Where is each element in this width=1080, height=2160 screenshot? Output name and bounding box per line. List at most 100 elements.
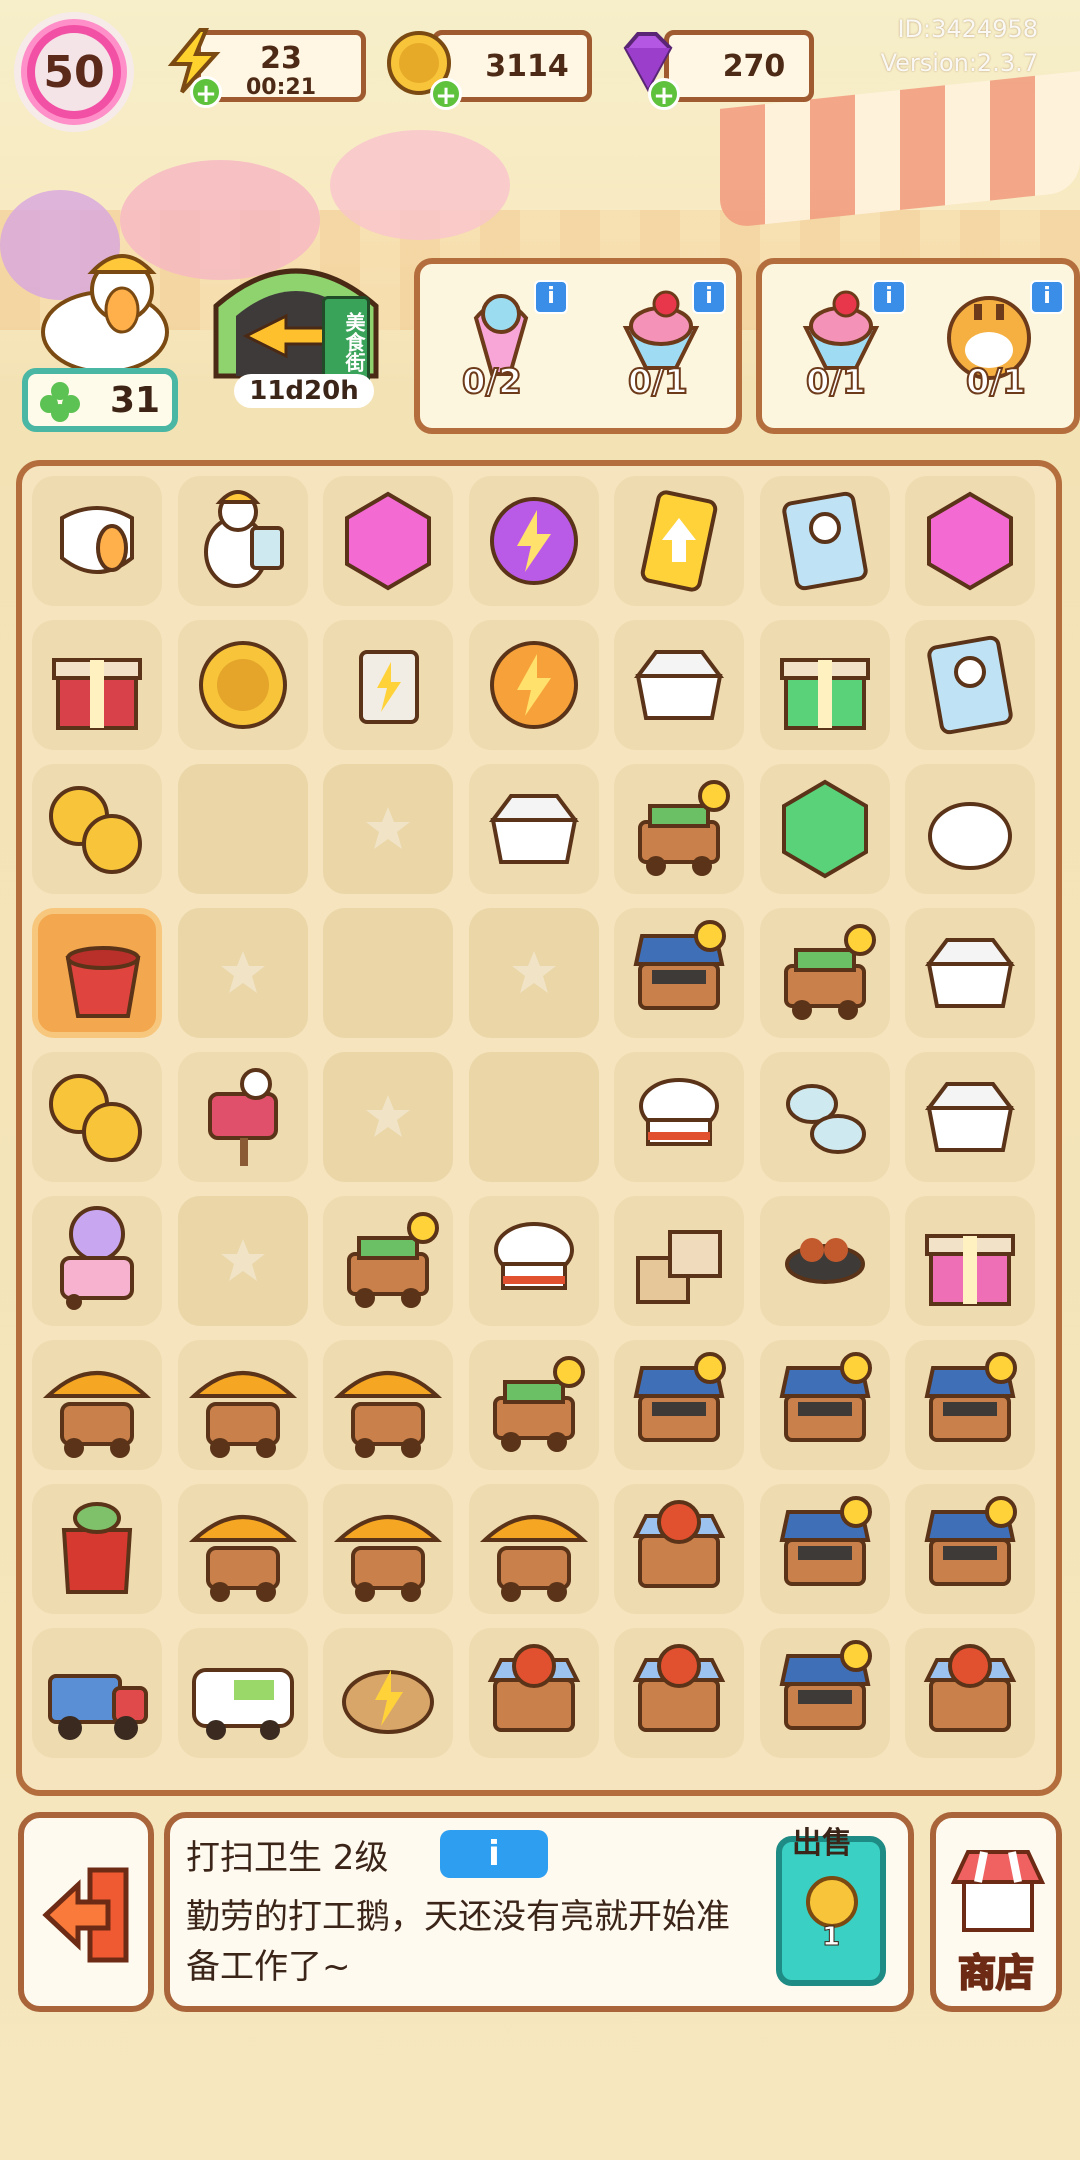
board-cell[interactable] (468, 1196, 599, 1326)
board-cell[interactable] (759, 1196, 890, 1326)
board-cell[interactable] (177, 1340, 308, 1470)
board-cell[interactable] (323, 620, 453, 750)
add-coins-button[interactable]: + (430, 78, 462, 111)
board-cell[interactable] (468, 1052, 599, 1182)
board-cell[interactable] (614, 908, 744, 1038)
board-cell[interactable] (32, 1340, 162, 1470)
board-cell[interactable] (468, 620, 599, 750)
board-cell[interactable] (614, 476, 744, 606)
order-info-button-2[interactable]: i (692, 280, 726, 314)
board-cell[interactable] (759, 764, 890, 894)
board-cell[interactable] (905, 1628, 1035, 1758)
clover-counter[interactable]: 31 (22, 368, 178, 432)
bowls-icon (785, 1084, 866, 1154)
board-cell[interactable] (32, 764, 162, 894)
takeout-box-icon (925, 938, 1015, 1008)
board-cell-selected[interactable] (32, 908, 162, 1038)
order-info-button-1[interactable]: i (534, 280, 568, 314)
board-cell[interactable] (468, 764, 599, 894)
gem-counter[interactable]: 270 (664, 30, 814, 102)
ice-cream-van-icon (191, 1668, 294, 1740)
board-cell[interactable] (905, 1484, 1035, 1614)
board-cell[interactable] (323, 1196, 453, 1326)
grill-stand-icon (633, 1352, 726, 1442)
board-cell[interactable] (177, 1052, 308, 1182)
shop-button[interactable]: 商店 (930, 1812, 1062, 2012)
board-cell[interactable] (614, 1052, 744, 1182)
board-cell[interactable] (759, 1628, 890, 1758)
ice-cream-cart-icon (60, 1206, 134, 1310)
board-cell[interactable] (614, 1340, 744, 1470)
board-cell[interactable] (614, 764, 744, 894)
board-cell[interactable] (468, 908, 599, 1038)
board-cell[interactable] (323, 908, 453, 1038)
order-count-1: 0/2 (461, 361, 523, 403)
board-cell[interactable] (468, 1484, 599, 1614)
add-gems-button[interactable]: + (648, 78, 680, 111)
player-id: ID:3424958 Version:2.3.7 (881, 12, 1038, 80)
board-cell[interactable] (32, 1628, 162, 1758)
add-energy-button[interactable]: + (190, 76, 222, 109)
grill-stand-icon (779, 1640, 872, 1730)
board-cell[interactable] (759, 1484, 890, 1614)
board-cell[interactable] (32, 620, 162, 750)
coin-value: 3114 (485, 49, 569, 84)
item-info-button[interactable]: i (440, 1830, 548, 1878)
exit-button[interactable] (18, 1812, 154, 2012)
lobster-stand-icon (632, 1500, 726, 1588)
board-cell[interactable] (323, 476, 453, 606)
board-cell[interactable] (759, 1052, 890, 1182)
item-description: 勤劳的打工鹅，天还没有亮就开始准备工作了~ (186, 1897, 730, 1987)
board-cell[interactable] (177, 1484, 308, 1614)
board-cell[interactable] (905, 764, 1035, 894)
order-info-button-3[interactable]: i (872, 280, 906, 314)
coin-stack-icon (49, 786, 142, 874)
board-cell[interactable] (177, 620, 308, 750)
board-cell[interactable] (177, 476, 308, 606)
board-cell[interactable] (759, 476, 890, 606)
board-cell[interactable] (177, 764, 308, 894)
board-cell[interactable] (323, 1340, 453, 1470)
board-cell[interactable] (614, 1484, 744, 1614)
board-cell[interactable] (614, 1196, 744, 1326)
goose-avatar[interactable] (30, 242, 180, 372)
takeout-box-icon (634, 650, 724, 720)
board-cell[interactable] (759, 620, 890, 750)
board-cell[interactable] (177, 1196, 308, 1326)
board-cell[interactable] (32, 1052, 162, 1182)
board-cell[interactable] (468, 1340, 599, 1470)
board-cell[interactable] (468, 1628, 599, 1758)
level-badge[interactable]: 50 (14, 12, 134, 132)
board-cell[interactable] (905, 1052, 1035, 1182)
sell-label: 出售 (792, 1826, 852, 1861)
energy-orb-icon (489, 497, 578, 585)
order-info-button-4[interactable]: i (1030, 280, 1064, 314)
board-cell[interactable] (323, 1628, 453, 1758)
board-cell[interactable] (905, 476, 1035, 606)
board-cell[interactable] (905, 1196, 1035, 1326)
board-cell[interactable] (905, 908, 1035, 1038)
board-cell[interactable] (177, 908, 308, 1038)
board-cell[interactable] (32, 1196, 162, 1326)
energy-orb-orange-icon (489, 641, 578, 729)
board-cell[interactable] (614, 1628, 744, 1758)
board-cell[interactable] (614, 620, 744, 750)
board-cell[interactable] (905, 620, 1035, 750)
board-cell[interactable] (323, 1484, 453, 1614)
green-gem-icon (781, 779, 868, 879)
board-cell[interactable] (468, 476, 599, 606)
takeout-box-icon (925, 1082, 1015, 1152)
board-cell[interactable] (759, 908, 890, 1038)
food-street-event[interactable]: 美食街 11d20h (206, 246, 386, 408)
goose-card-icon (927, 635, 1013, 735)
board-cell[interactable] (32, 476, 162, 606)
board-cell[interactable] (32, 1484, 162, 1614)
board-cell[interactable] (905, 1340, 1035, 1470)
board-cell[interactable] (177, 1628, 308, 1758)
sell-value: 1 (821, 1922, 841, 1953)
event-timer: 11d20h (234, 374, 374, 408)
gem-value: 270 (722, 49, 786, 84)
board-cell[interactable] (323, 1052, 453, 1182)
board-cell[interactable] (759, 1340, 890, 1470)
board-cell[interactable] (323, 764, 453, 894)
